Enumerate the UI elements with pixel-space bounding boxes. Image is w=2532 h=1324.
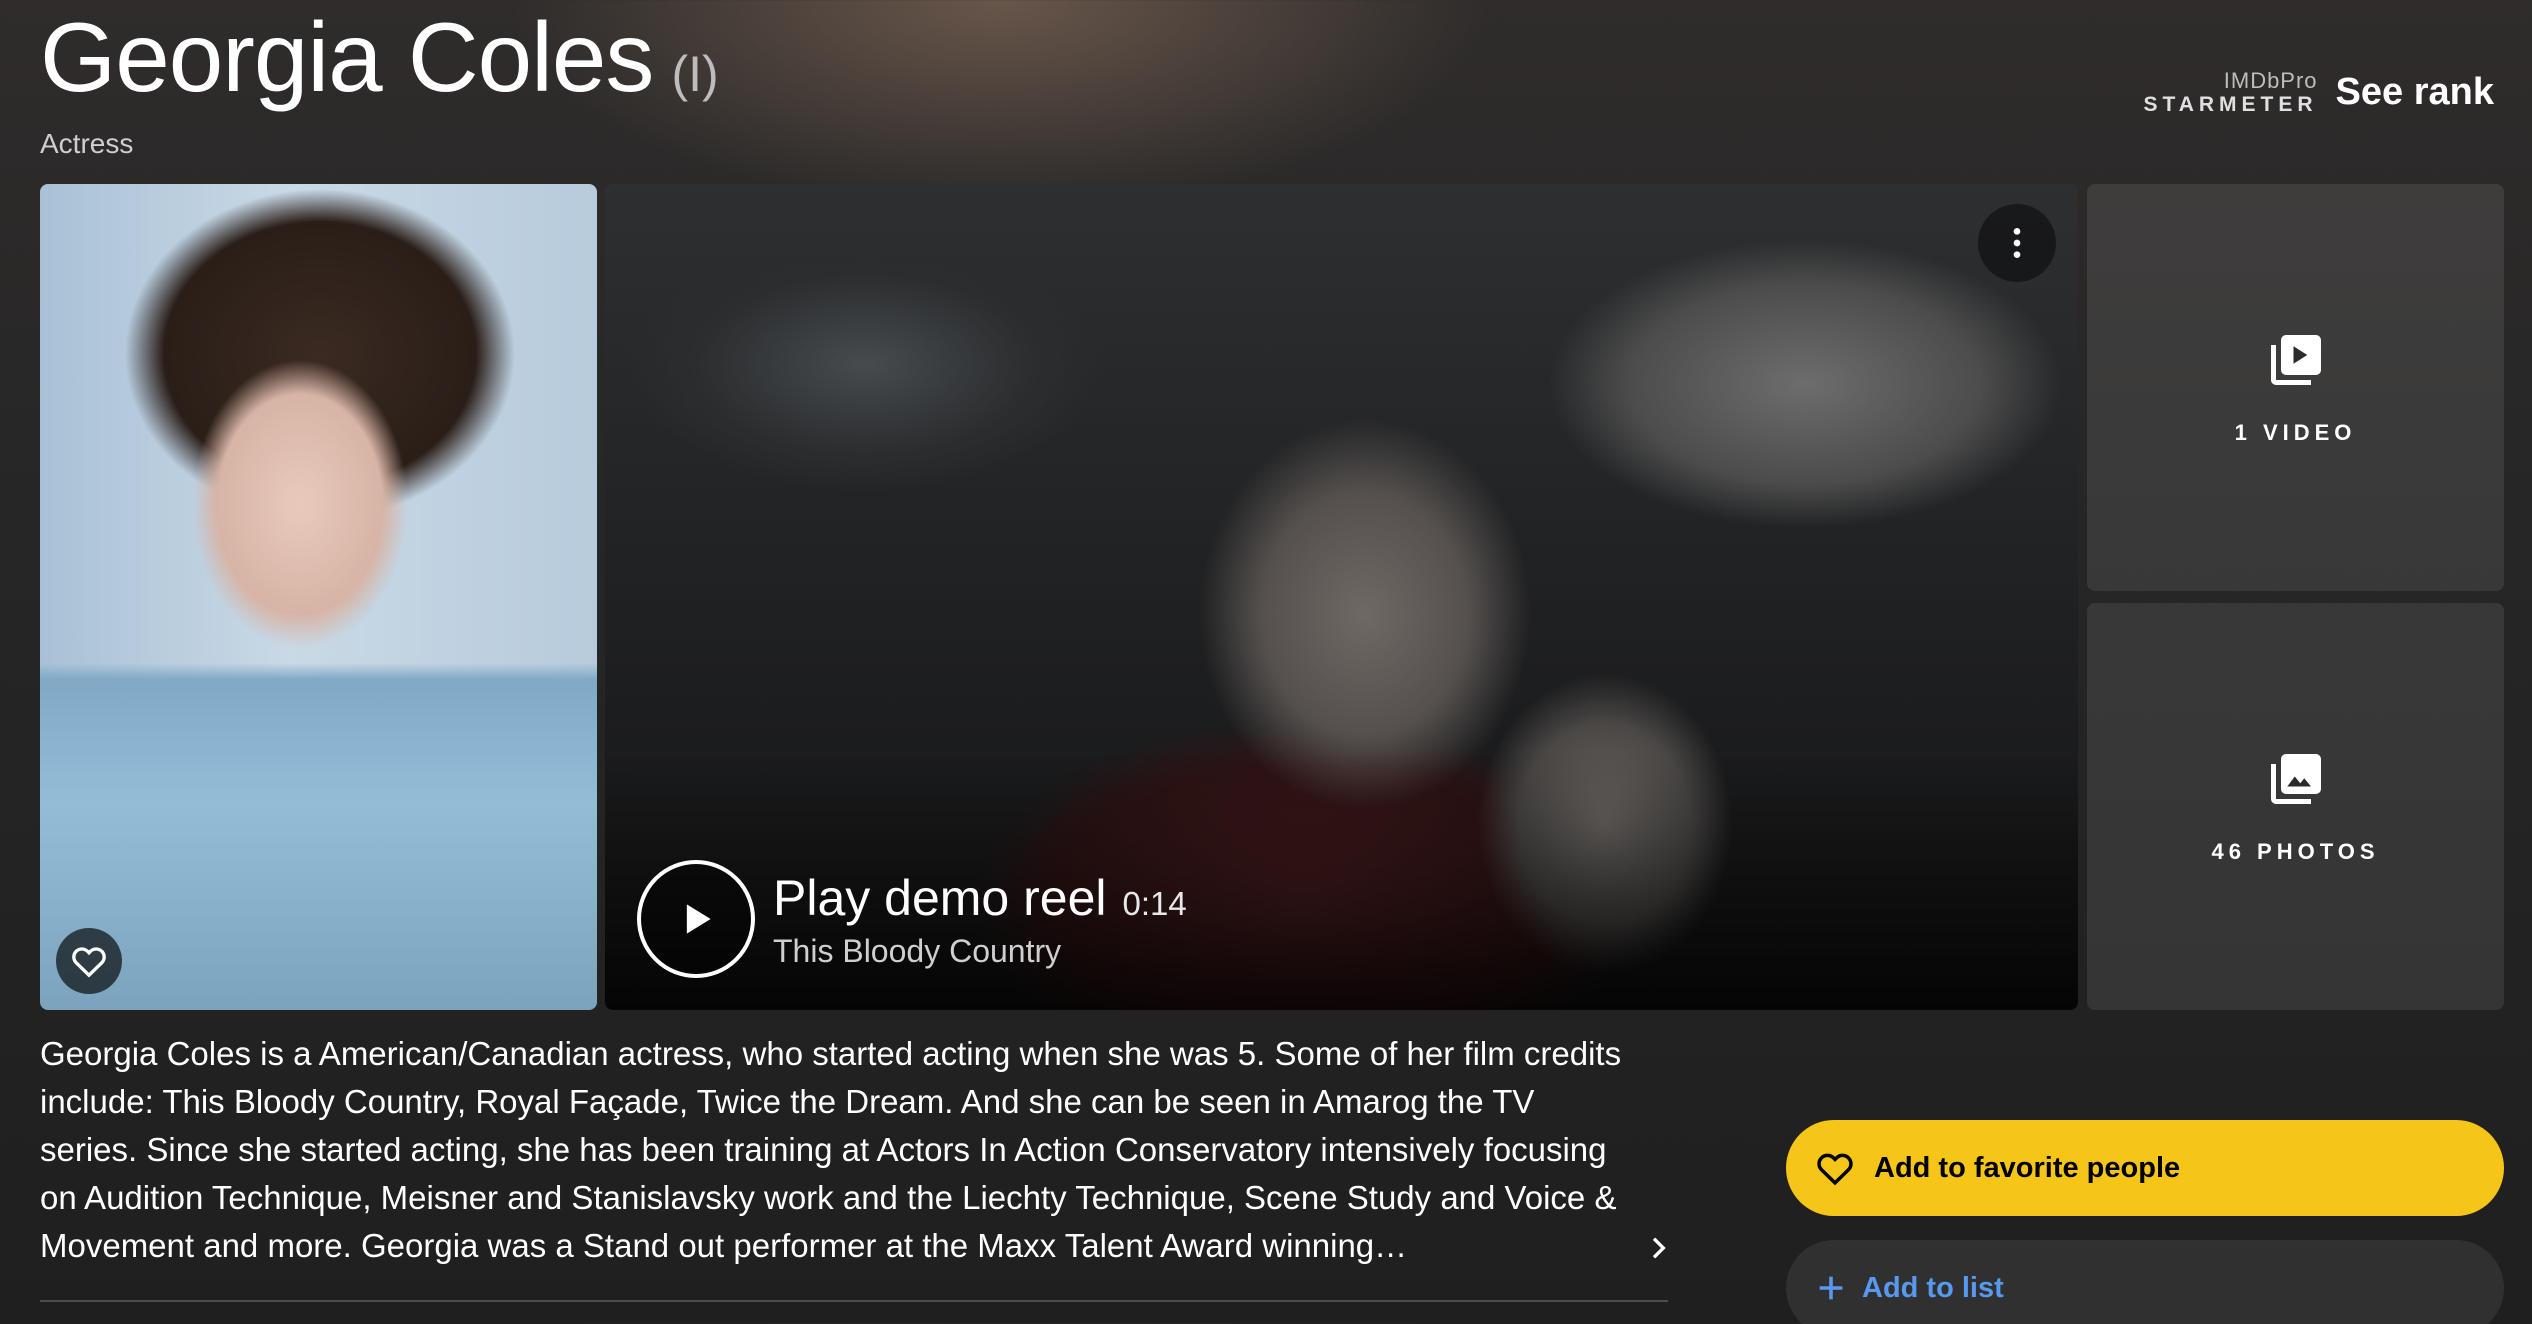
play-row[interactable]: Play demo reel 0:14 This Bloody Country xyxy=(637,860,1187,978)
poster-image[interactable] xyxy=(40,184,597,1010)
play-text: Play demo reel 0:14 This Bloody Country xyxy=(773,869,1187,970)
play-label: Play demo reel xyxy=(773,869,1107,926)
poster-favorite-button[interactable] xyxy=(56,928,122,994)
video-more-button[interactable] xyxy=(1978,204,2056,282)
heart-icon xyxy=(1817,1153,1853,1186)
photos-tile[interactable]: 46 PHOTOS xyxy=(2087,603,2504,1010)
add-to-list-button[interactable]: Add to list xyxy=(1786,1240,2504,1324)
starmeter-label: STARMETER xyxy=(2143,93,2318,116)
more-vertical-icon xyxy=(2013,228,2021,258)
chevron-right-icon xyxy=(1652,1237,1666,1259)
plus-icon xyxy=(1819,1276,1843,1300)
photos-count-label: 46 PHOTOS xyxy=(2211,838,2380,864)
divider xyxy=(40,1300,1668,1302)
bio-text: Georgia Coles is a American/Canadian act… xyxy=(40,1035,1622,1264)
biography[interactable]: Georgia Coles is a American/Canadian act… xyxy=(40,1030,1640,1270)
imdbpro-label: IMDbPro xyxy=(2223,68,2318,93)
videos-tile[interactable]: 1 VIDEO xyxy=(2087,184,2504,591)
starmeter-labels: IMDbPro STARMETER xyxy=(2143,68,2318,116)
play-icon xyxy=(686,904,711,934)
person-name: Georgia Coles xyxy=(40,2,654,112)
add-to-favorites-button[interactable]: Add to favorite people xyxy=(1786,1120,2504,1216)
video-library-icon xyxy=(2270,334,2321,385)
video-player[interactable]: Play demo reel 0:14 This Bloody Country xyxy=(605,184,2078,1010)
photo-library-icon xyxy=(2270,753,2321,804)
see-rank-link[interactable]: See rank xyxy=(2336,71,2494,114)
videos-count-label: 1 VIDEO xyxy=(2234,419,2357,445)
person-role: Actress xyxy=(40,128,134,159)
video-title: This Bloody Country xyxy=(773,932,1062,969)
hero-title: Georgia Coles (I) xyxy=(40,2,719,112)
add-to-favorites-label: Add to favorite people xyxy=(1874,1151,2181,1184)
heart-icon xyxy=(72,947,106,978)
bio-expand-button[interactable] xyxy=(1642,1232,1674,1269)
starmeter[interactable]: IMDbPro STARMETER See rank xyxy=(2143,68,2494,116)
play-button[interactable] xyxy=(637,860,755,978)
name-qualifier: (I) xyxy=(671,46,719,102)
video-duration: 0:14 xyxy=(1122,884,1187,922)
add-to-list-label: Add to list xyxy=(1862,1271,2004,1304)
